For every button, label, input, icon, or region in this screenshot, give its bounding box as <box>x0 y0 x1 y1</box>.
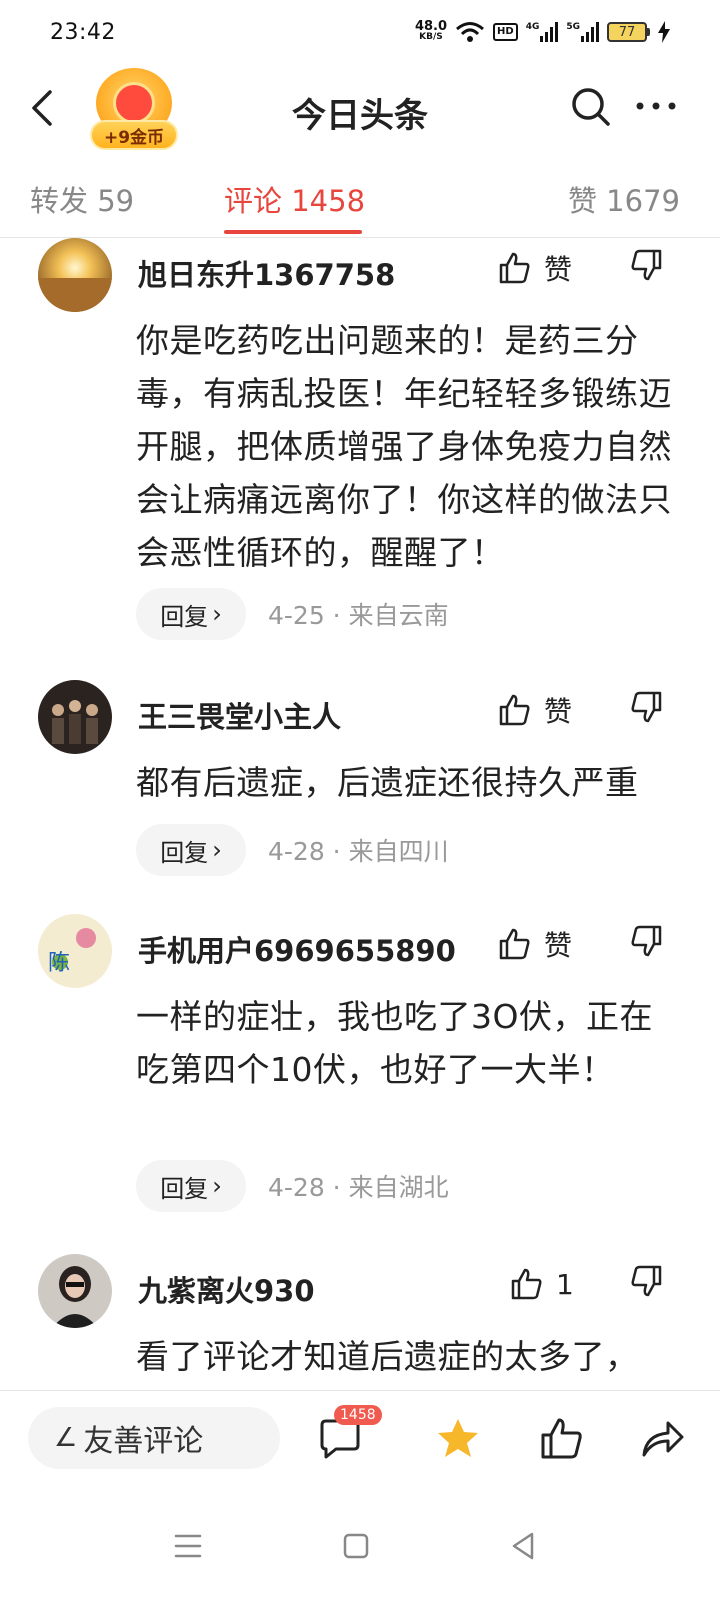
app-header: +9金币 今日头条 <box>0 64 720 154</box>
comment-input[interactable]: ∠ 友善评论 <box>28 1407 280 1469</box>
comment-username[interactable]: 旭日东升1367758 <box>138 252 395 294</box>
star-icon[interactable] <box>434 1415 482 1463</box>
comment-meta: 4-28 · 来自湖北 <box>268 1173 449 1202</box>
tab-bar: 转发 59 评论 1458 赞 1679 <box>0 160 720 238</box>
reply-button[interactable]: 回复 › <box>136 588 246 640</box>
comment-text: 都有后遗症，后遗症还很持久严重 <box>136 763 639 802</box>
comment-username[interactable]: 手机用户6969655890 <box>138 928 456 970</box>
thumbs-up-icon <box>499 252 530 284</box>
back-icon[interactable] <box>24 86 64 130</box>
more-icon[interactable] <box>632 86 680 126</box>
search-icon[interactable] <box>568 84 614 130</box>
reply-button[interactable]: 回复 › <box>136 824 246 876</box>
tab-active-indicator <box>224 230 362 234</box>
thumbs-down-icon[interactable] <box>626 1262 666 1306</box>
pen-icon: ∠ <box>54 1423 78 1453</box>
tab-forward[interactable]: 转发 59 <box>30 178 134 220</box>
chevron-right-icon: › <box>212 600 222 628</box>
signal-5g-icon: 5G <box>566 22 599 42</box>
reply-button[interactable]: 回复 › <box>136 1160 246 1212</box>
thumbs-down-icon[interactable] <box>626 922 666 966</box>
comment-meta: 4-28 · 来自四川 <box>268 837 449 866</box>
status-icons: 48.0 KB/S HD 4G 5G 77 <box>414 19 670 43</box>
chevron-right-icon: › <box>212 1172 222 1200</box>
status-time: 23:42 <box>50 19 116 45</box>
network-speed: 48.0 KB/S <box>414 19 448 42</box>
thumbs-up-icon <box>499 694 530 726</box>
comment-list[interactable]: 旭日东升1367758 赞 你是吃药吃出问题来的！是药三分毒，有病乱投医！年纪轻… <box>0 238 720 1390</box>
comment-count-badge: 1458 <box>334 1405 382 1425</box>
comment-username[interactable]: 王三畏堂小主人 <box>138 694 341 736</box>
tab-like[interactable]: 赞 1679 <box>568 178 680 220</box>
avatar[interactable] <box>38 238 112 312</box>
thumbs-up-icon <box>499 928 530 960</box>
comment-text: 看了评论才知道后遗症的太多了， <box>136 1337 639 1376</box>
thumbs-down-icon[interactable] <box>626 688 666 732</box>
chevron-right-icon: › <box>212 836 222 864</box>
comment-footer: 回复 › 4-28 · 来自湖北 <box>136 1160 449 1212</box>
avatar[interactable]: 陈 <box>38 914 112 988</box>
signal-4g-icon: 4G <box>526 22 559 42</box>
comment-text: 你是吃药吃出问题来的！是药三分毒，有病乱投医！年纪轻轻多锻练迈开腿，把体质增强了… <box>136 321 672 572</box>
battery-icon: 77 <box>607 22 650 42</box>
avatar[interactable] <box>38 1254 112 1328</box>
like-button[interactable]: 赞 <box>498 246 572 290</box>
tab-comment[interactable]: 评论 1458 <box>224 178 365 220</box>
back-nav-icon[interactable] <box>504 1526 544 1566</box>
share-icon[interactable] <box>638 1415 686 1463</box>
comment-text: 一样的症壮，我也吃了3O伏，正在吃第四个10伏，也好了一大半！ <box>136 997 653 1089</box>
system-nav-bar <box>0 1490 720 1600</box>
charging-icon <box>658 21 670 43</box>
home-icon[interactable] <box>336 1526 376 1566</box>
like-button[interactable]: 赞 <box>498 688 572 732</box>
thumbs-up-icon[interactable] <box>538 1415 586 1463</box>
comment-footer: 回复 › 4-25 · 来自云南 <box>136 588 449 640</box>
comment-footer: 回复 › 4-28 · 来自四川 <box>136 824 449 876</box>
thumbs-up-icon <box>511 1268 542 1300</box>
hd-badge: HD <box>493 23 518 41</box>
like-button[interactable]: 赞 <box>498 922 572 966</box>
avatar[interactable] <box>38 680 112 754</box>
comment-meta: 4-25 · 来自云南 <box>268 601 449 630</box>
status-bar: 23:42 48.0 KB/S HD 4G 5G 77 <box>0 0 720 64</box>
like-button[interactable]: 1 <box>510 1262 574 1306</box>
wifi-icon <box>456 22 484 42</box>
menu-icon[interactable] <box>168 1526 208 1566</box>
svg-text:陈: 陈 <box>48 951 70 976</box>
coin-reward-button[interactable]: +9金币 <box>90 68 178 150</box>
coin-reward-label: +9金币 <box>90 120 178 150</box>
bottom-action-bar: ∠ 友善评论 1458 <box>0 1390 720 1490</box>
comment-username[interactable]: 九紫离火930 <box>138 1268 315 1310</box>
thumbs-down-icon[interactable] <box>626 246 666 290</box>
